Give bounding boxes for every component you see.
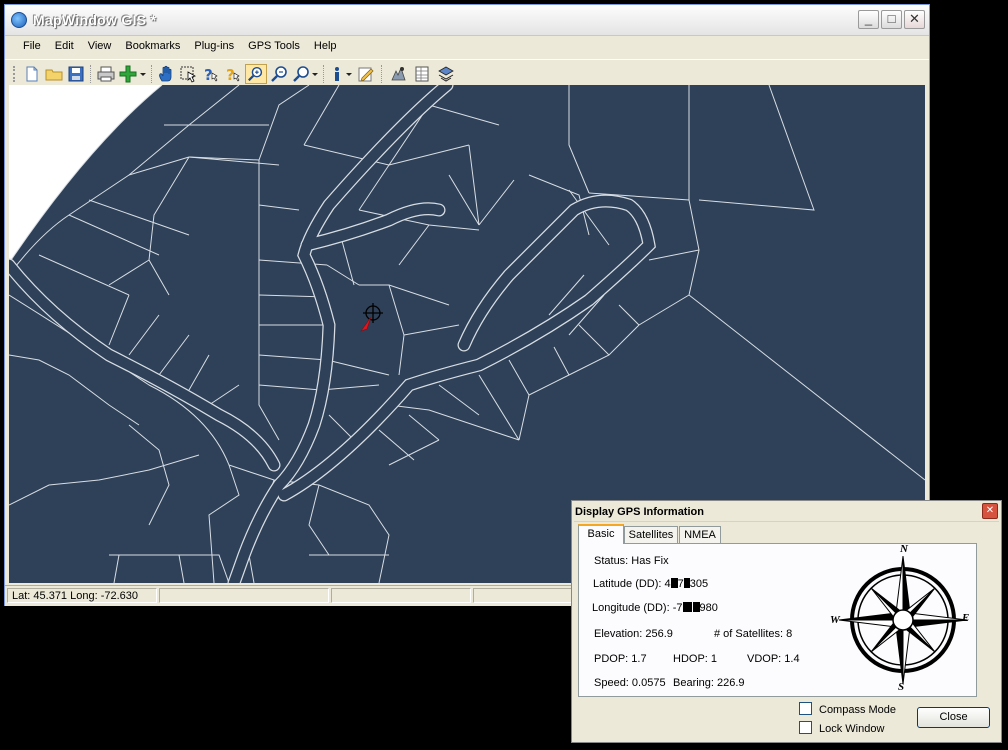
redaction-mark [682, 602, 692, 612]
tab-satellites[interactable]: Satellites [624, 526, 678, 543]
print-icon[interactable] [97, 65, 115, 83]
toolbar-separator [323, 65, 326, 83]
toolbar-separator [151, 65, 154, 83]
svg-text:?: ? [226, 66, 235, 83]
status-panel [331, 588, 471, 603]
speed-value: Speed: 0.0575 [594, 677, 666, 689]
gps-info-dialog: Display GPS Information ✕ Basic Satellit… [571, 500, 1002, 743]
compass-mode-checkbox[interactable]: Compass Mode [799, 702, 896, 716]
toolbar-separator [381, 65, 384, 83]
compass-south-label: S [898, 681, 905, 693]
road-fill [9, 85, 655, 583]
latitude-value: Latitude (DD): 4 7 305 [593, 578, 709, 590]
compass-north-label: N [900, 543, 908, 555]
longitude-value: Longitude (DD): -7 980 [592, 602, 718, 614]
new-icon[interactable] [23, 65, 41, 83]
map-unmapped-area [9, 85, 162, 263]
hdop-value: HDOP: 1 [673, 653, 718, 665]
app-globe-icon [11, 12, 27, 28]
checkbox-box[interactable] [799, 702, 812, 715]
pdop-value: PDOP: 1.7 [594, 653, 647, 665]
toolbar: ? ? [5, 59, 929, 88]
select-icon[interactable] [179, 65, 197, 83]
toolbar-grip[interactable] [13, 66, 18, 82]
help-icon[interactable]: ? [223, 65, 241, 83]
svg-text:?: ? [204, 66, 213, 83]
open-folder-icon[interactable] [45, 65, 63, 83]
basic-tab-panel: Status: Has Fix Latitude (DD): 4 7 305 Lon… [578, 543, 977, 697]
close-button[interactable]: Close [917, 707, 990, 728]
layers-icon[interactable] [437, 65, 455, 83]
add-layer-icon[interactable] [119, 65, 147, 83]
lock-window-checkbox[interactable]: Lock Window [799, 721, 884, 735]
coordinate-readout: Lat: 45.371 Long: -72.630 [7, 588, 157, 603]
gps-status: Status: Has Fix [594, 555, 669, 567]
bearing-value: Bearing: 226.9 [673, 677, 745, 689]
menu-file[interactable]: File [16, 37, 48, 52]
checkbox-box[interactable] [799, 721, 812, 734]
menu-edit[interactable]: Edit [48, 37, 81, 52]
info-icon[interactable] [331, 65, 355, 83]
lock-window-label: Lock Window [819, 723, 885, 735]
vdop-value: VDOP: 1.4 [747, 653, 800, 665]
maximize-button[interactable]: □ [881, 10, 902, 29]
redaction-mark [670, 578, 678, 588]
gps-position-marker [360, 303, 383, 332]
zoom-out-icon[interactable] [271, 65, 289, 83]
gps-dialog-title[interactable]: Display GPS Information [574, 503, 999, 522]
tab-basic[interactable]: Basic [578, 524, 624, 544]
window-title: MapWindow GIS * [33, 12, 157, 28]
title-bar[interactable]: MapWindow GIS * _ □ ✕ [5, 5, 929, 36]
menu-plugins[interactable]: Plug-ins [187, 37, 241, 52]
gps-icon[interactable] [389, 65, 407, 83]
menu-bar: File Edit View Bookmarks Plug-ins GPS Tools He… [5, 37, 929, 59]
menu-gps-tools[interactable]: GPS Tools [241, 37, 307, 52]
zoom-extent-icon[interactable] [293, 65, 319, 83]
zoom-in-icon[interactable] [245, 64, 267, 84]
toolbar-separator [90, 65, 93, 83]
tab-nmea[interactable]: NMEA [679, 526, 721, 543]
gps-dialog-close-icon[interactable]: ✕ [982, 503, 998, 519]
compass-rose-icon [838, 555, 968, 685]
minimize-button[interactable]: _ [858, 10, 879, 29]
pan-hand-icon[interactable] [157, 65, 175, 83]
menu-view[interactable]: View [81, 37, 119, 52]
compass-west-label: W [830, 614, 840, 626]
menu-help[interactable]: Help [307, 37, 344, 52]
identify-icon[interactable]: ? [201, 65, 219, 83]
edit-icon[interactable] [357, 65, 375, 83]
table-icon[interactable] [413, 65, 431, 83]
elevation-value: Elevation: 256.9 [594, 628, 673, 640]
redaction-mark [692, 602, 700, 612]
heading-arrow-icon [360, 316, 372, 332]
compass-mode-label: Compass Mode [819, 704, 897, 716]
compass-east-label: E [962, 612, 970, 624]
satellite-count: # of Satellites: 8 [714, 628, 793, 640]
status-panel [159, 588, 329, 603]
menu-bookmarks[interactable]: Bookmarks [118, 37, 187, 52]
close-window-button[interactable]: ✕ [904, 10, 925, 29]
save-icon[interactable] [67, 65, 85, 83]
